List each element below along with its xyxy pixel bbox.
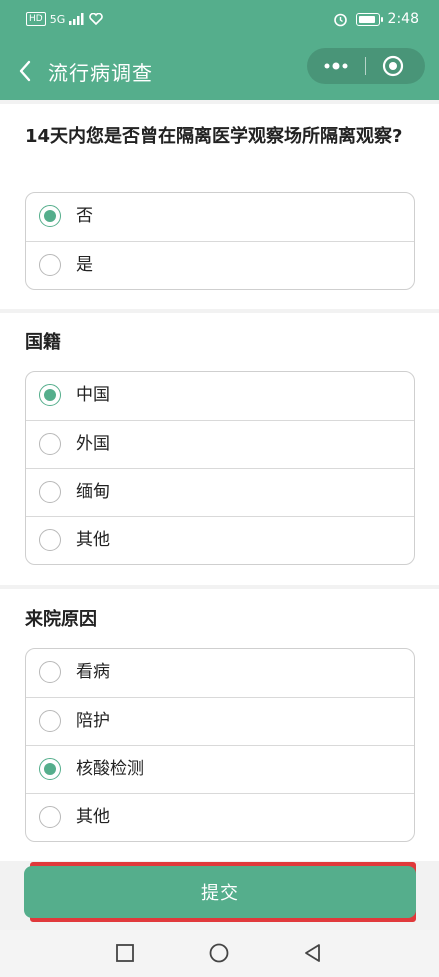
hd-badge: HD — [26, 12, 46, 26]
option-label: 核酸检测 — [76, 759, 144, 779]
radio-icon[interactable] — [39, 481, 61, 503]
status-bar: HD 5G 2:48 — [0, 0, 439, 42]
question-section-nationality: 国籍 中国 外国 缅甸 其他 — [0, 313, 439, 585]
status-right: 2:48 — [333, 11, 419, 27]
status-left: HD 5G — [26, 12, 104, 26]
triangle-back-icon[interactable] — [302, 942, 324, 964]
option-label: 陪护 — [76, 711, 110, 731]
radio-icon[interactable] — [39, 529, 61, 551]
network-badge: 5G — [49, 12, 66, 26]
target-icon[interactable] — [381, 54, 405, 78]
option-other-nationality[interactable]: 其他 — [26, 516, 414, 564]
option-yes[interactable]: 是 — [26, 241, 414, 289]
option-no[interactable]: 否 — [26, 193, 414, 241]
radio-icon[interactable] — [39, 433, 61, 455]
system-nav-bar — [0, 930, 439, 977]
option-label: 其他 — [76, 807, 110, 827]
more-dots-icon[interactable] — [322, 60, 350, 72]
radio-icon[interactable] — [39, 661, 61, 683]
option-see-doctor[interactable]: 看病 — [26, 649, 414, 697]
question-section-quarantine: 14天内您是否曾在隔离医学观察场所隔离观察? 否 是 — [0, 104, 439, 309]
radio-icon[interactable] — [39, 254, 61, 276]
radio-icon[interactable] — [39, 710, 61, 732]
option-china[interactable]: 中国 — [26, 372, 414, 420]
option-group: 否 是 — [25, 192, 415, 290]
option-label: 是 — [76, 255, 93, 275]
square-recents-icon[interactable] — [114, 942, 136, 964]
question-section-visit-reason: 来院原因 看病 陪护 核酸检测 其他 — [0, 589, 439, 861]
option-label: 缅甸 — [76, 482, 110, 502]
option-label: 外国 — [76, 434, 110, 454]
option-group: 中国 外国 缅甸 其他 — [25, 371, 415, 565]
question-title: 国籍 — [25, 332, 61, 353]
battery-icon — [355, 12, 383, 26]
capsule-divider — [365, 57, 366, 75]
mini-program-capsule — [307, 48, 425, 84]
heart-icon — [89, 13, 104, 25]
circle-home-icon[interactable] — [208, 942, 230, 964]
option-group: 看病 陪护 核酸检测 其他 — [25, 648, 415, 842]
option-label: 否 — [76, 206, 93, 226]
signal-icon — [69, 13, 84, 25]
option-label: 其他 — [76, 530, 110, 550]
radio-checked-icon[interactable] — [39, 758, 61, 780]
radio-checked-icon[interactable] — [39, 384, 61, 406]
option-myanmar[interactable]: 缅甸 — [26, 468, 414, 516]
option-label: 中国 — [76, 385, 110, 405]
submit-button[interactable]: 提交 — [24, 866, 416, 918]
page-title: 流行病调查 — [48, 61, 153, 85]
question-title: 14天内您是否曾在隔离医学观察场所隔离观察? — [25, 126, 403, 147]
option-caregiver[interactable]: 陪护 — [26, 697, 414, 745]
option-label: 看病 — [76, 662, 110, 682]
survey-content: 14天内您是否曾在隔离医学观察场所隔离观察? 否 是 国籍 中国 外国 缅甸 其… — [0, 100, 439, 930]
option-nucleic-test[interactable]: 核酸检测 — [26, 745, 414, 793]
question-title: 来院原因 — [25, 609, 97, 630]
status-time: 2:48 — [387, 11, 419, 27]
option-other-reason[interactable]: 其他 — [26, 793, 414, 841]
chevron-left-icon[interactable] — [14, 57, 38, 85]
alarm-icon — [333, 13, 347, 26]
nav-bar: 流行病调查 — [0, 42, 439, 100]
radio-icon[interactable] — [39, 806, 61, 828]
option-foreign[interactable]: 外国 — [26, 420, 414, 468]
radio-checked-icon[interactable] — [39, 205, 61, 227]
